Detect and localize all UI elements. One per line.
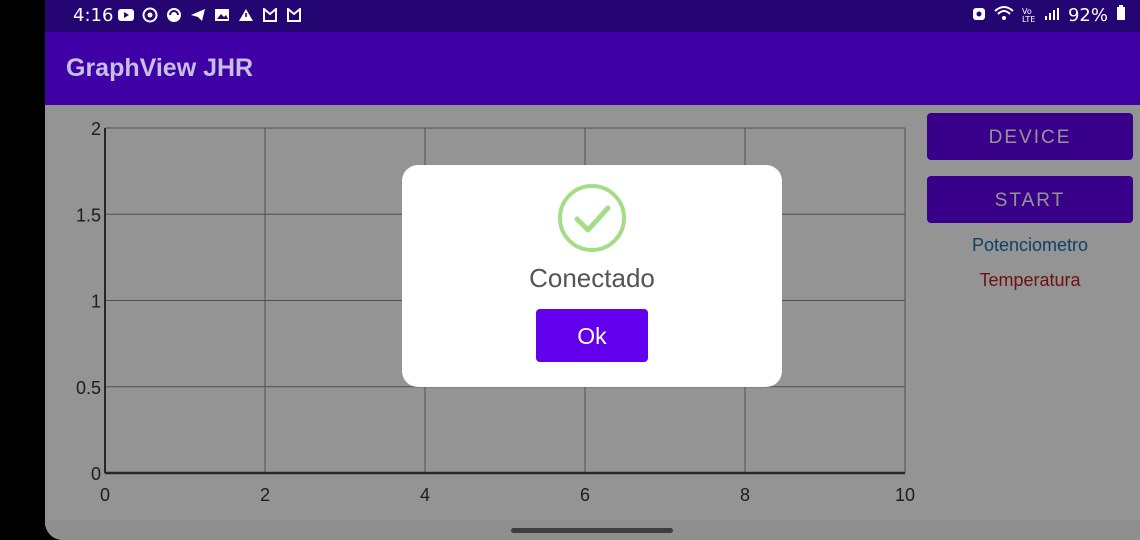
phone-screen: 4:16 Vo LTE 92% GraphView JHR 0 2 4 6 8 10 0 0.… — [45, 0, 1140, 540]
ok-button[interactable]: Ok — [536, 309, 648, 362]
volte-icon: Vo LTE — [1021, 6, 1036, 24]
youtube-icon — [117, 6, 135, 24]
mi-icon — [285, 6, 303, 24]
app-title: GraphView JHR — [66, 54, 254, 82]
dialog-title: Conectado — [529, 263, 655, 293]
notification-icons — [117, 6, 303, 24]
sync-icon — [165, 6, 183, 24]
battery-icon — [1116, 5, 1126, 26]
signal-icon — [1044, 5, 1060, 26]
status-bar: 4:16 Vo LTE 92% — [45, 0, 1140, 32]
telegram-icon — [189, 6, 207, 24]
check-circle-icon — [558, 184, 626, 252]
image-icon — [213, 6, 231, 24]
navigation-bar — [45, 520, 1140, 540]
home-handle[interactable] — [511, 528, 673, 533]
alarm-icon — [972, 5, 986, 26]
warning-icon — [237, 6, 255, 24]
app-bar: GraphView JHR — [45, 32, 1140, 105]
wifi-icon — [994, 5, 1014, 26]
system-status-icons: Vo LTE 92% — [972, 5, 1126, 26]
mi-icon — [261, 6, 279, 24]
target-icon — [141, 6, 159, 24]
battery-percent: 92% — [1067, 5, 1108, 26]
status-time: 4:16 — [73, 5, 114, 26]
alert-dialog: Conectado Ok — [402, 165, 782, 387]
